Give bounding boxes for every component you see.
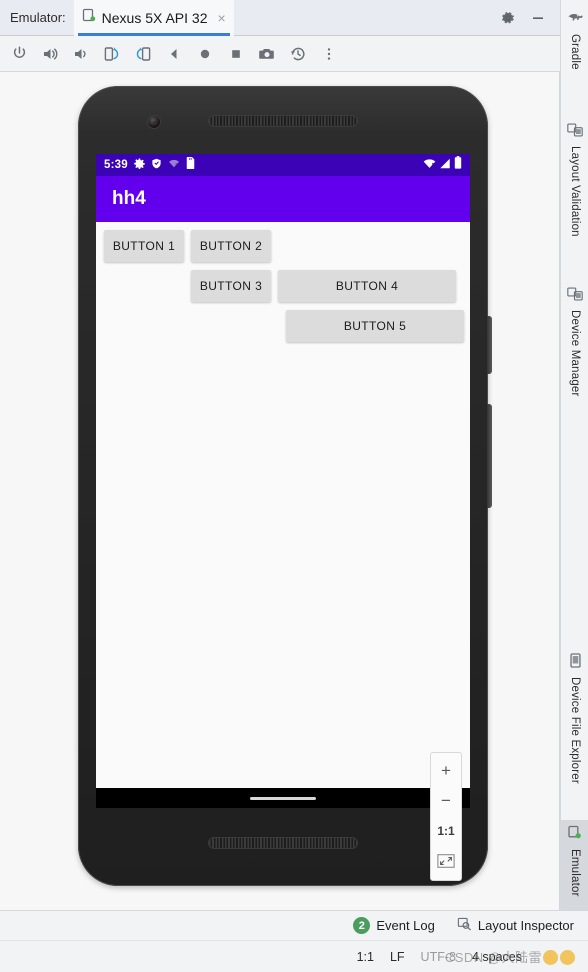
history-button[interactable] [287, 43, 309, 65]
button-5[interactable]: BUTTON 5 [286, 310, 464, 342]
svg-text:?: ? [175, 163, 178, 169]
event-log-label: Event Log [376, 918, 435, 933]
wifi-alert-icon [423, 156, 436, 174]
right-tool-rail: Gradle Layout Validation Device Manager … [560, 0, 588, 910]
shield-icon [151, 156, 162, 174]
event-log-badge: 2 [353, 917, 371, 934]
emulator-canvas[interactable]: 5:39 ? hh4 BUTTON 1 BUTTON 2 BUTTON 3 BU… [0, 72, 560, 910]
layout-inspector-button[interactable]: Layout Inspector [457, 917, 574, 934]
emulator-running-icon [567, 825, 583, 845]
rail-label-emulator: Emulator [569, 849, 581, 897]
screenshot-button[interactable] [256, 43, 278, 65]
button-2[interactable]: BUTTON 2 [191, 230, 271, 262]
actual-size-button[interactable]: 1:1 [432, 818, 460, 844]
tab-nexus-5x-api-32[interactable]: Nexus 5X API 32 × [73, 0, 234, 36]
device-frame: 5:39 ? hh4 BUTTON 1 BUTTON 2 BUTTON 3 BU… [78, 86, 492, 886]
rotate-left-button[interactable] [101, 43, 123, 65]
layout-inspector-label: Layout Inspector [477, 918, 574, 933]
button-row-2: BUTTON 3 BUTTON 4 [96, 262, 470, 302]
button-row-1: BUTTON 1 BUTTON 2 [96, 222, 470, 262]
power-key[interactable] [487, 316, 492, 374]
overview-button[interactable] [225, 43, 247, 65]
button-4[interactable]: BUTTON 4 [278, 270, 456, 302]
rail-label-device-file-explorer: Device File Explorer [569, 677, 581, 784]
caret-position[interactable]: 1:1 [357, 950, 374, 964]
close-icon[interactable]: × [213, 10, 225, 26]
line-separator[interactable]: LF [390, 950, 405, 964]
speaker-grille [209, 838, 357, 848]
wifi-question-icon: ? [168, 156, 180, 174]
app-bar: hh4 [96, 176, 470, 222]
device-running-icon [82, 8, 96, 27]
app-title: hh4 [112, 188, 146, 209]
home-button[interactable] [194, 43, 216, 65]
layout-validation-icon [567, 123, 583, 142]
tab-title: Nexus 5X API 32 [101, 9, 208, 26]
earpiece-grille [209, 116, 357, 126]
layout-inspector-icon [457, 917, 472, 934]
front-camera-icon [148, 116, 160, 128]
rail-label-layout-validation: Layout Validation [569, 146, 581, 237]
device-manager-icon [567, 287, 583, 306]
rail-label-gradle: Gradle [569, 34, 581, 70]
volume-down-button[interactable] [70, 43, 92, 65]
rail-label-device-manager: Device Manager [569, 310, 581, 397]
gesture-nav-bar[interactable] [96, 788, 470, 808]
device-screen[interactable]: 5:39 ? hh4 BUTTON 1 BUTTON 2 BUTTON 3 BU… [96, 154, 470, 808]
ide-window: Emulator: Nexus 5X API 32 × 5:39 ? hh4 B… [0, 0, 588, 972]
rail-item-device-file-explorer[interactable]: Device File Explorer [561, 648, 588, 820]
button-1[interactable]: BUTTON 1 [104, 230, 184, 262]
settings-icon [134, 156, 145, 174]
editor-status-bar: 1:1 LF UTF-8 4 spaces [0, 940, 588, 972]
emulator-label: Emulator: [10, 10, 66, 25]
minimize-icon[interactable] [530, 10, 546, 26]
window-controls [500, 10, 560, 26]
fit-screen-icon[interactable] [432, 848, 460, 874]
power-button[interactable] [8, 43, 30, 65]
indent-setting[interactable]: 4 spaces [472, 950, 522, 964]
sd-card-icon [186, 156, 195, 174]
home-gesture-pill[interactable] [250, 797, 316, 800]
status-time: 5:39 [104, 159, 128, 171]
signal-icon [439, 156, 451, 174]
rail-item-device-manager[interactable]: Device Manager [561, 282, 588, 430]
gradle-elephant-icon [567, 11, 584, 30]
rail-item-emulator[interactable]: Emulator [561, 820, 588, 910]
rail-item-layout-validation[interactable]: Layout Validation [561, 118, 588, 268]
emulator-tab-strip: Emulator: Nexus 5X API 32 × [0, 0, 560, 36]
bottom-tool-window-bar: 2 Event Log Layout Inspector [0, 910, 588, 940]
rail-item-gradle[interactable]: Gradle [561, 6, 588, 102]
zoom-in-button[interactable]: + [432, 758, 460, 784]
battery-icon [454, 156, 462, 174]
button-row-3: BUTTON 5 [96, 302, 470, 342]
file-encoding[interactable]: UTF-8 [421, 950, 456, 964]
android-status-bar: 5:39 ? [96, 154, 470, 176]
device-file-icon [569, 653, 582, 673]
back-button[interactable] [163, 43, 185, 65]
emulator-toolbar [0, 36, 560, 72]
volume-up-button[interactable] [39, 43, 61, 65]
rotate-right-button[interactable] [132, 43, 154, 65]
gear-icon[interactable] [500, 10, 516, 26]
app-content: BUTTON 1 BUTTON 2 BUTTON 3 BUTTON 4 BUTT… [96, 222, 470, 808]
zoom-out-button[interactable]: − [432, 788, 460, 814]
more-button[interactable] [318, 43, 340, 65]
volume-key[interactable] [487, 404, 492, 508]
button-3[interactable]: BUTTON 3 [191, 270, 271, 302]
zoom-controls: + − 1:1 [430, 752, 462, 881]
status-right-icons [423, 156, 462, 174]
event-log-button[interactable]: 2 Event Log [353, 917, 435, 934]
